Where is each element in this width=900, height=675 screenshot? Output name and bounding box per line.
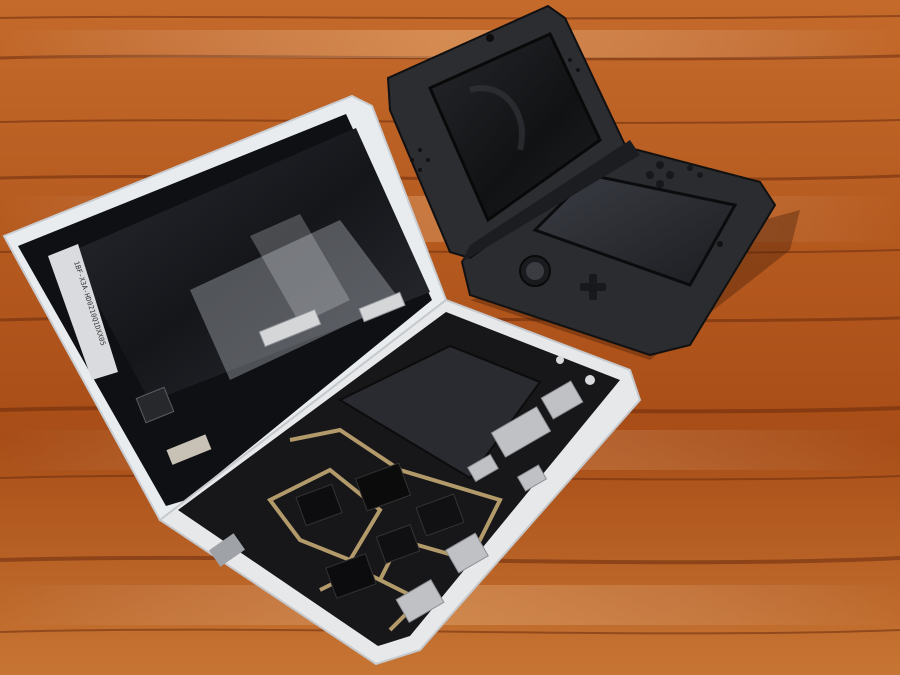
camera-icon: [486, 34, 494, 42]
photo-scene: 1BF-X3A-HD0210Q1DXX05: [0, 0, 900, 675]
